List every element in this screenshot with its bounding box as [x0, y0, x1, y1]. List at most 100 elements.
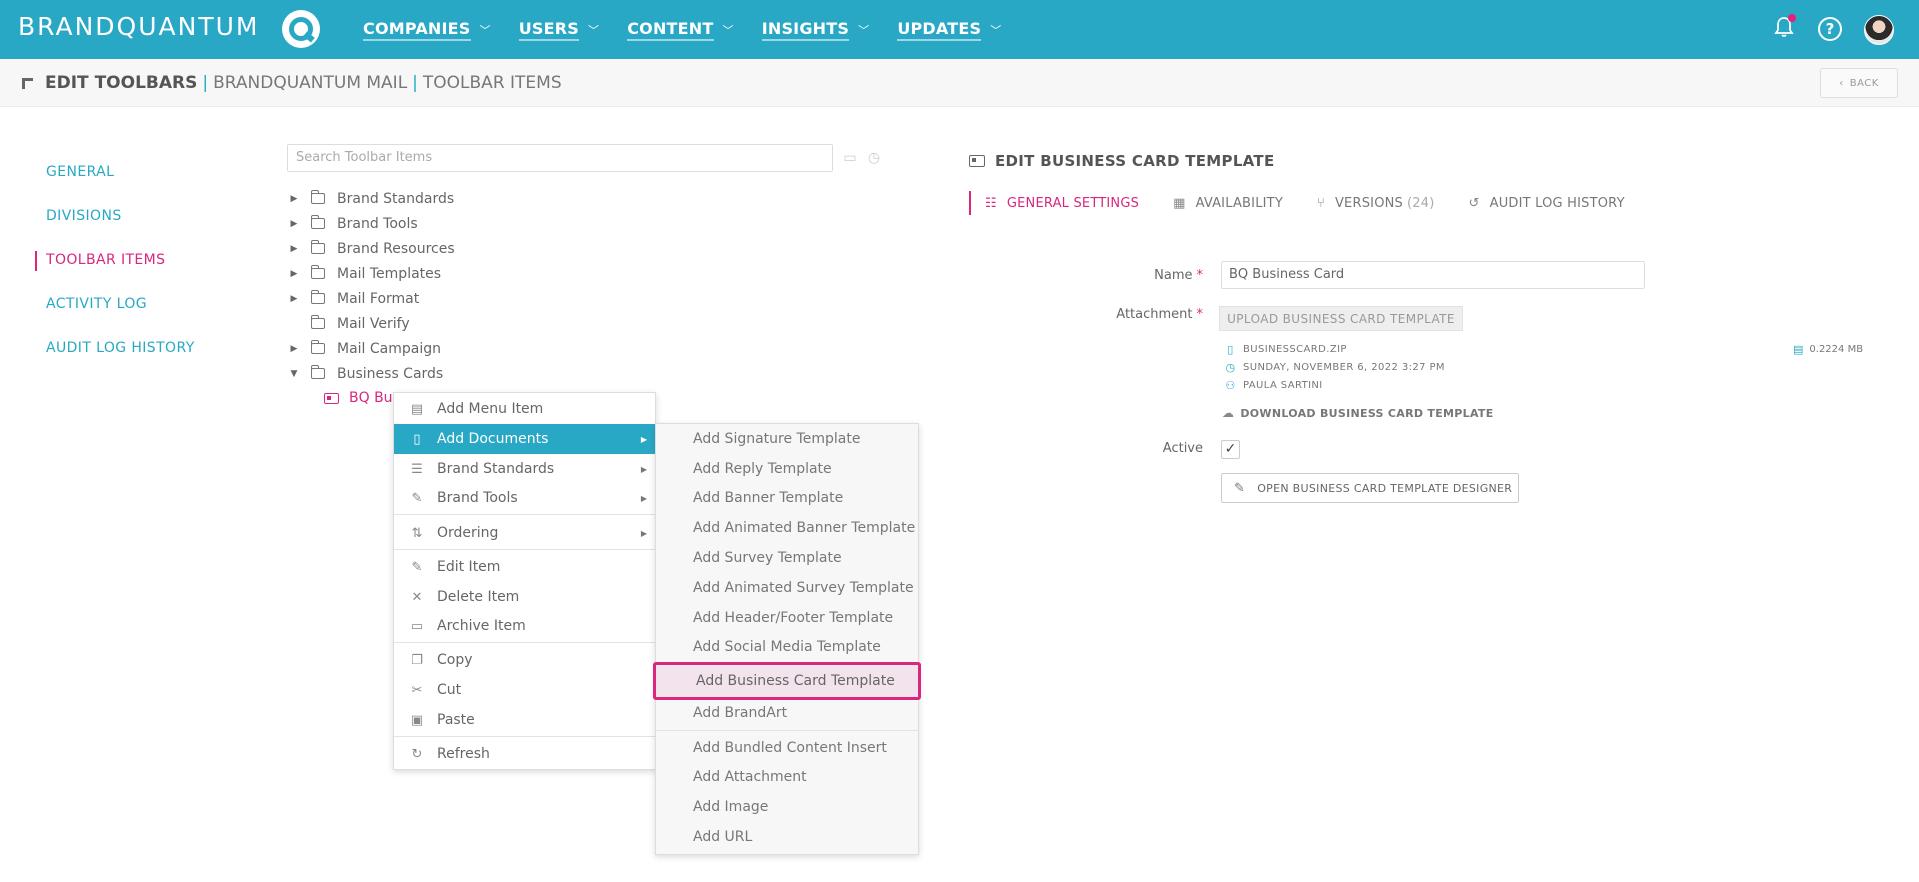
context-menu: ▤ Add Menu Item ▯ Add Documents ▶ ☰ Brand St… — [393, 392, 656, 770]
clock-icon[interactable]: ◷ — [866, 150, 882, 166]
chevron-down-icon: ﹀ — [858, 23, 870, 37]
tree-item-mail-templates[interactable]: ▶ Mail Templates — [287, 261, 455, 286]
nav-insights[interactable]: INSIGHTS ﹀ — [761, 0, 870, 59]
folder-icon — [310, 265, 325, 279]
document-icon: ▯ — [413, 431, 421, 447]
folder-icon — [310, 240, 325, 254]
tree-item-mail-format[interactable]: ▶ Mail Format — [287, 286, 455, 311]
history-icon: ↺ — [1468, 195, 1480, 211]
open-designer-button[interactable]: ✎ OPEN BUSINESS CARD TEMPLATE DESIGNER — [1221, 473, 1519, 503]
brand-logo-text[interactable]: BRANDQUANTUM — [18, 12, 259, 41]
refresh-icon: ↻ — [411, 746, 423, 762]
menu-add-documents[interactable]: ▯ Add Documents ▶ — [394, 424, 655, 454]
name-field[interactable]: BQ Business Card — [1221, 261, 1645, 289]
collapse-arrow-icon[interactable]: ▼ — [287, 369, 301, 379]
versions-count: (24) — [1407, 195, 1435, 211]
submenu-add-attachment[interactable]: Add Attachment — [656, 762, 918, 792]
chevron-down-icon: ﹀ — [722, 23, 734, 37]
search-toolbar-items-input[interactable]: Search Toolbar Items — [287, 144, 833, 172]
archive-icon[interactable]: ▭ — [842, 150, 858, 166]
submenu-add-banner-template[interactable]: Add Banner Template — [656, 483, 918, 513]
copy-icon: ❐ — [411, 652, 423, 668]
expand-arrow-icon[interactable]: ▶ — [287, 194, 301, 204]
wrench-icon: ✎ — [411, 490, 423, 506]
submenu-add-reply-template[interactable]: Add Reply Template — [656, 454, 918, 484]
submenu-add-survey-template[interactable]: Add Survey Template — [656, 543, 918, 573]
download-template-link[interactable]: ☁ DOWNLOAD BUSINESS CARD TEMPLATE — [1222, 406, 1494, 420]
tree-item-business-cards[interactable]: ▼ Business Cards — [287, 361, 455, 386]
add-documents-submenu: Add Signature Template Add Reply Templat… — [653, 423, 921, 855]
help-icon[interactable]: ? — [1818, 17, 1842, 41]
menu-divider — [394, 736, 655, 737]
expand-arrow-icon[interactable]: ▶ — [287, 244, 301, 254]
sidebar-item-activity-log[interactable]: ACTIVITY LOG — [0, 282, 240, 326]
menu-refresh[interactable]: ↻ Refresh — [394, 739, 655, 769]
submenu-add-header-footer-template[interactable]: Add Header/Footer Template — [656, 603, 918, 633]
tree-item-mail-verify[interactable]: Mail Verify — [287, 311, 455, 336]
expand-arrow-icon[interactable]: ▶ — [287, 219, 301, 229]
tab-versions[interactable]: ⑂ VERSIONS (24) — [1317, 188, 1435, 218]
expand-arrow-icon[interactable]: ▶ — [287, 294, 301, 304]
back-button[interactable]: ‹ BACK — [1820, 68, 1898, 98]
menu-paste[interactable]: ▣ Paste — [394, 705, 655, 735]
clock-icon: ◷ — [1225, 361, 1236, 374]
sidebar-item-audit-log-history[interactable]: AUDIT LOG HISTORY — [0, 326, 240, 370]
nav-users[interactable]: USERS ﹀ — [518, 0, 600, 59]
sliders-icon: ☰ — [411, 461, 423, 477]
archive-icon: ▭ — [410, 618, 424, 634]
nav-content[interactable]: CONTENT ﹀ — [627, 0, 734, 59]
submenu-add-social-media-template[interactable]: Add Social Media Template — [656, 632, 918, 662]
breadcrumb-brandquantum-mail[interactable]: BRANDQUANTUM MAIL — [213, 73, 407, 93]
tree-item-bq-business-card[interactable]: BQ Bu — [324, 390, 393, 406]
expand-arrow-icon[interactable]: ▶ — [287, 344, 301, 354]
top-navigation-bar: BRANDQUANTUM COMPANIES ﹀ USERS ﹀ CONTENT ﹀ … — [0, 0, 1919, 59]
brand-logo-icon[interactable] — [282, 10, 320, 48]
menu-ordering[interactable]: ⇅ Ordering ▶ — [394, 518, 655, 548]
tree-item-brand-standards[interactable]: ▶ Brand Standards — [287, 186, 455, 211]
user-avatar[interactable] — [1864, 15, 1894, 45]
submenu-add-animated-banner-template[interactable]: Add Animated Banner Template — [656, 513, 918, 543]
folder-icon — [310, 290, 325, 304]
editor-title: EDIT BUSINESS CARD TEMPLATE — [969, 152, 1275, 170]
tree-item-brand-tools[interactable]: ▶ Brand Tools — [287, 211, 455, 236]
submenu-add-bundled-content-insert[interactable]: Add Bundled Content Insert — [656, 733, 918, 763]
chevron-down-icon: ﹀ — [990, 23, 1002, 37]
tree-item-brand-resources[interactable]: ▶ Brand Resources — [287, 236, 455, 261]
expand-arrow-icon[interactable]: ▶ — [287, 269, 301, 279]
menu-delete-item[interactable]: ✕ Delete Item — [394, 582, 655, 612]
menu-copy[interactable]: ❐ Copy — [394, 645, 655, 675]
submenu-add-brandart[interactable]: Add BrandArt — [656, 698, 918, 728]
submenu-add-business-card-template[interactable]: Add Business Card Template — [653, 662, 921, 700]
editor-tabs: ☷ GENERAL SETTINGS ▦ AVAILABILITY ⑂ VERSION… — [969, 188, 1659, 218]
cloud-download-icon: ☁ — [1222, 406, 1235, 420]
chevron-down-icon: ﹀ — [479, 23, 491, 37]
breadcrumb-edit-toolbars[interactable]: EDIT TOOLBARS — [45, 73, 197, 93]
menu-cut[interactable]: ✂ Cut — [394, 675, 655, 705]
tree-item-mail-campaign[interactable]: ▶ Mail Campaign — [287, 336, 455, 361]
active-checkbox[interactable]: ✓ — [1221, 440, 1240, 459]
tab-general-settings[interactable]: ☷ GENERAL SETTINGS — [969, 188, 1139, 218]
sidebar-item-general[interactable]: GENERAL — [0, 150, 240, 194]
sidebar-item-toolbar-items[interactable]: TOOLBAR ITEMS — [0, 238, 240, 282]
sidebar-item-divisions[interactable]: DIVISIONS — [0, 194, 240, 238]
chevron-left-icon: ‹ — [1839, 77, 1844, 89]
menu-brand-standards[interactable]: ☰ Brand Standards ▶ — [394, 454, 655, 484]
upload-template-button[interactable]: UPLOAD BUSINESS CARD TEMPLATE — [1219, 306, 1463, 331]
notification-badge — [1788, 14, 1796, 22]
file-size: ▤ 0.2224 MB — [1793, 343, 1864, 356]
submenu-add-url[interactable]: Add URL — [656, 822, 918, 852]
file-date: ◷ SUNDAY, NOVEMBER 6, 2022 3:27 PM — [1225, 361, 1445, 374]
menu-item-icon: ▤ — [410, 401, 424, 417]
nav-updates[interactable]: UPDATES ﹀ — [897, 0, 1001, 59]
tab-availability[interactable]: ▦ AVAILABILITY — [1173, 188, 1283, 218]
menu-brand-tools[interactable]: ✎ Brand Tools ▶ — [394, 483, 655, 513]
tab-audit-log-history[interactable]: ↺ AUDIT LOG HISTORY — [1469, 188, 1625, 218]
menu-archive-item[interactable]: ▭ Archive Item — [394, 611, 655, 641]
submenu-add-animated-survey-template[interactable]: Add Animated Survey Template — [656, 573, 918, 603]
submenu-arrow-icon: ▶ — [640, 493, 647, 503]
submenu-add-signature-template[interactable]: Add Signature Template — [656, 424, 918, 454]
nav-companies[interactable]: COMPANIES ﹀ — [363, 0, 491, 59]
submenu-add-image[interactable]: Add Image — [656, 792, 918, 822]
menu-edit-item[interactable]: ✎ Edit Item — [394, 552, 655, 582]
menu-add-menu-item[interactable]: ▤ Add Menu Item — [394, 394, 655, 424]
